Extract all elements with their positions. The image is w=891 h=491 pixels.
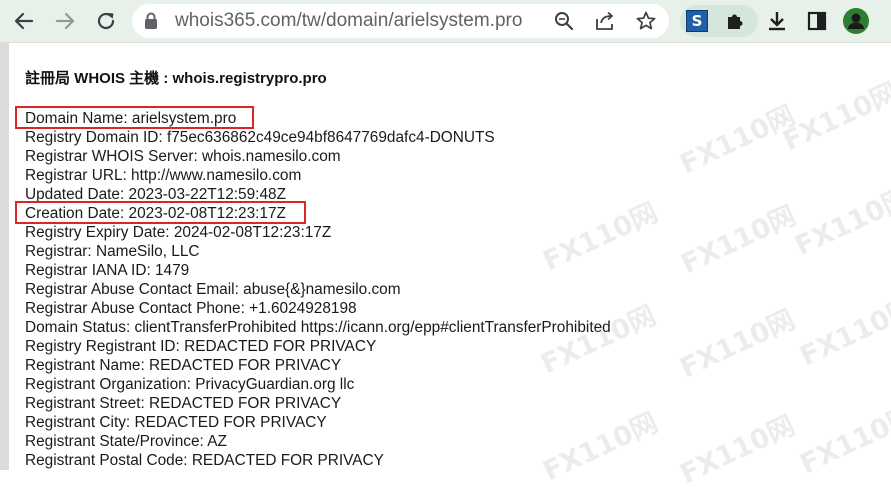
whois-line: Registry Domain ID: f75ec636862c49ce94bf… <box>25 129 495 146</box>
download-icon <box>769 12 785 31</box>
profile-icon <box>843 8 869 34</box>
extensions-group: S <box>680 5 758 37</box>
whois-line: Registrant Street: REDACTED FOR PRIVACY <box>25 395 342 412</box>
url-text[interactable]: whois365.com/tw/domain/arielsystem.pro <box>175 4 522 38</box>
whois-record-list: Domain Name: arielsystem.pro Registry Do… <box>25 109 611 470</box>
whois-line: Registrar IANA ID: 1479 <box>25 262 190 279</box>
extension-s-icon[interactable]: S <box>686 10 708 32</box>
page-left-edge <box>0 43 9 470</box>
watermark: FX110网 <box>675 304 800 385</box>
back-button[interactable] <box>9 6 39 36</box>
whois-line: Registrant Name: REDACTED FOR PRIVACY <box>25 357 342 374</box>
watermark: FX110网 <box>795 292 891 373</box>
whois-line: Registrar Abuse Contact Email: abuse{&}n… <box>25 281 401 298</box>
whois-line: Registrar: NameSilo, LLC <box>25 243 200 260</box>
profile-button[interactable] <box>841 6 871 36</box>
whois-line: Registrar URL: http://www.namesilo.com <box>25 167 302 184</box>
whois-line: Registrar Abuse Contact Phone: +1.602492… <box>25 300 357 317</box>
watermark: FX110网 <box>790 182 891 263</box>
bookmark-star-icon[interactable] <box>635 10 657 32</box>
heading-value: whois.registrypro.pro <box>172 70 327 87</box>
whois-line: Registrant City: REDACTED FOR PRIVACY <box>25 414 327 431</box>
forward-arrow-icon <box>55 12 75 30</box>
whois-line: Registrant Organization: PrivacyGuardian… <box>25 376 355 393</box>
whois-line: Registry Registrant ID: REDACTED FOR PRI… <box>25 338 377 355</box>
browser-toolbar: whois365.com/tw/domain/arielsystem.pro S <box>0 0 891 43</box>
whois-line: Registrant Postal Code: REDACTED FOR PRI… <box>25 452 384 469</box>
reload-button[interactable] <box>91 6 121 36</box>
registry-server-heading: 註冊局 WHOIS 主機 : whois.registrypro.pro <box>25 67 327 88</box>
forward-button[interactable] <box>50 6 80 36</box>
reload-icon <box>97 12 115 30</box>
heading-label: 註冊局 WHOIS 主機 : <box>25 70 169 87</box>
side-panel-button[interactable] <box>802 6 832 36</box>
share-icon[interactable] <box>594 10 616 32</box>
whois-line: Registrant State/Province: AZ <box>25 433 227 450</box>
address-bar[interactable]: whois365.com/tw/domain/arielsystem.pro <box>132 4 669 38</box>
whois-line: Registry Expiry Date: 2024-02-08T12:23:1… <box>25 224 332 241</box>
whois-line: Domain Status: clientTransferProhibited … <box>25 319 611 336</box>
watermark: FX110网 <box>675 410 800 491</box>
zoom-icon[interactable] <box>553 10 575 32</box>
download-button[interactable] <box>762 6 792 36</box>
watermark: FX110网 <box>675 100 800 181</box>
lock-icon[interactable] <box>144 12 158 35</box>
whois-line: Registrar WHOIS Server: whois.namesilo.c… <box>25 148 341 165</box>
watermark: FX110网 <box>795 400 891 481</box>
puzzle-icon[interactable] <box>724 10 746 37</box>
back-arrow-icon <box>14 12 34 30</box>
domain-name-highlight <box>15 106 254 129</box>
creation-date-highlight <box>15 201 306 224</box>
side-panel-icon <box>807 11 827 31</box>
watermark: FX110网 <box>778 77 891 158</box>
watermark: FX110网 <box>676 200 801 281</box>
